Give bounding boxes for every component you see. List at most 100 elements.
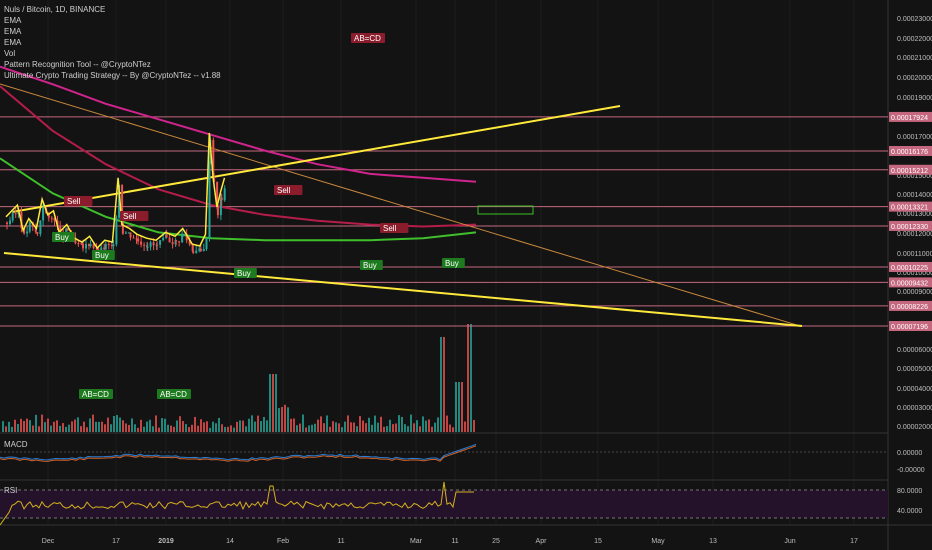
candle-body <box>14 213 17 215</box>
volume-bar <box>455 382 457 432</box>
volume-bar <box>233 427 235 432</box>
volume-bar <box>176 420 178 432</box>
volume-bar <box>368 417 370 432</box>
volume-bar <box>446 415 448 432</box>
volume-bar <box>452 427 454 432</box>
volume-bar <box>149 419 151 432</box>
volume-bar <box>5 426 7 432</box>
legend-item[interactable]: EMA <box>4 37 221 48</box>
buy-label-text: Buy <box>55 233 69 242</box>
y-tick-label: 0.00021000 <box>897 55 932 62</box>
x-tick-label: 14 <box>226 538 234 545</box>
legend-item[interactable]: Vol <box>4 48 221 59</box>
y-tick-label: 0.00019000 <box>897 95 932 102</box>
candle-body <box>107 244 110 246</box>
volume-bar <box>278 408 280 432</box>
buy-label: Buy <box>360 260 383 270</box>
y-tick-label: 0.00022000 <box>897 36 932 43</box>
volume-bar <box>62 423 64 432</box>
volume-bar <box>221 424 223 432</box>
volume-bar <box>206 421 208 432</box>
candle-body <box>195 250 198 253</box>
volume-bar <box>305 427 307 432</box>
candle-body <box>28 222 31 232</box>
volume-bar <box>227 426 229 432</box>
volume-bar <box>326 415 328 432</box>
volume-bar <box>185 424 187 432</box>
candle-body <box>140 241 143 245</box>
candle-body <box>50 217 53 219</box>
candle-body <box>178 241 181 243</box>
candle-body <box>9 220 11 224</box>
price-level-label: 0.00008226 <box>891 304 928 311</box>
volume-bar <box>152 426 154 432</box>
price-level-label: 0.00016176 <box>891 149 928 156</box>
volume-bar <box>116 415 118 432</box>
volume-bar <box>53 421 55 432</box>
volume-bar <box>218 417 220 432</box>
candle-body <box>205 238 208 249</box>
volume-bar <box>389 419 391 432</box>
volume-bar <box>77 417 79 432</box>
volume-bar <box>332 421 334 432</box>
candle-body <box>159 240 162 245</box>
y-tick-label: 0.00002000 <box>897 424 932 431</box>
abcd-label: AB=CD <box>351 33 385 43</box>
volume-bar <box>83 421 85 432</box>
volume-bar <box>284 404 286 432</box>
volume-bar <box>353 422 355 432</box>
volume-bar <box>323 423 325 432</box>
legend-item[interactable]: EMA <box>4 15 221 26</box>
volume-bar <box>308 425 310 432</box>
legend-item[interactable]: Ultimate Crypto Trading Strategy -- By @… <box>4 70 221 81</box>
volume-bar <box>137 427 139 432</box>
candle-body <box>202 248 205 252</box>
candle-body <box>152 242 155 246</box>
volume-bar <box>290 418 292 432</box>
x-tick-label: 15 <box>594 538 602 545</box>
volume-bar <box>113 415 115 432</box>
candle-body <box>156 244 159 246</box>
x-tick-label: 25 <box>492 538 500 545</box>
volume-bar <box>350 422 352 432</box>
candle-body <box>149 242 152 247</box>
volume-bar <box>143 426 145 432</box>
volume-bar <box>449 424 451 432</box>
volume-bar <box>26 418 28 432</box>
volume-bar <box>8 421 10 432</box>
volume-bar <box>281 406 283 432</box>
volume-bar <box>107 417 109 432</box>
volume-bar <box>248 418 250 432</box>
chart-legend: Nuls / Bitcoin, 1D, BINANCE EMA EMA EMA … <box>4 4 221 81</box>
volume-bar <box>110 424 112 432</box>
x-tick-label: May <box>651 538 665 545</box>
candle-body <box>162 237 165 241</box>
volume-bar <box>179 416 181 432</box>
volume-bar <box>182 421 184 432</box>
volume-bar <box>428 419 430 432</box>
volume-bar <box>263 416 265 432</box>
volume-bar <box>410 414 412 432</box>
legend-item[interactable]: EMA <box>4 26 221 37</box>
volume-bar <box>215 423 217 432</box>
x-tick-label: 17 <box>112 538 120 545</box>
legend-item[interactable]: Pattern Recognition Tool -- @CryptoNTez <box>4 59 221 70</box>
candle-body <box>137 238 140 242</box>
volume-bar <box>404 424 406 432</box>
x-tick-label: 2019 <box>158 538 174 545</box>
volume-bar <box>89 418 91 432</box>
y-tick-label: 0.00003000 <box>897 405 932 412</box>
sell-label: Sell <box>380 223 409 233</box>
volume-bar <box>359 416 361 432</box>
candle-body <box>85 244 87 249</box>
volume-bar <box>296 425 298 432</box>
y-tick-label: 0.00011000 <box>897 251 932 258</box>
volume-bar <box>371 424 373 432</box>
candle-body <box>208 163 211 239</box>
price-level-label: 0.00010225 <box>891 265 928 272</box>
candle-body <box>175 240 178 242</box>
volume-bar <box>86 427 88 432</box>
rsi-y-label: 40.0000 <box>897 508 922 515</box>
x-tick-label: Mar <box>410 538 423 545</box>
candle-body <box>6 222 8 224</box>
